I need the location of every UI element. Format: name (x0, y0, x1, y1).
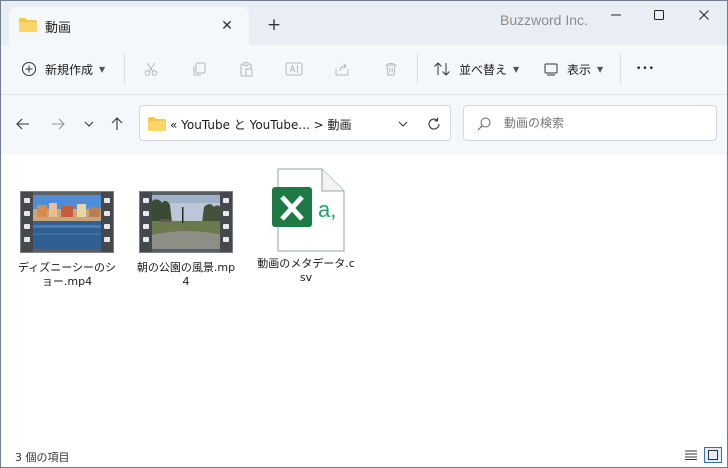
delete-icon (385, 63, 397, 76)
file-name: ディズニーシーのショー.mp4 (17, 261, 116, 288)
file-name: 動画のメタデータ.csv (257, 257, 355, 284)
title-bar: 動画 ✕ + Buzzword Inc. (1, 1, 727, 45)
close-window-button[interactable] (682, 5, 726, 31)
arrow-left-icon (16, 118, 29, 130)
new-tab-button[interactable]: + (263, 15, 285, 37)
video-thumbnail (139, 191, 233, 253)
file-item[interactable]: 朝の公園の風景.mp4 (134, 191, 238, 289)
toolbar-divider (124, 54, 125, 84)
recent-locations-button[interactable] (78, 113, 100, 135)
cut-icon (144, 62, 158, 76)
sort-icon (434, 62, 450, 76)
tab-title: 動画 (45, 21, 72, 36)
folder-icon (19, 18, 37, 32)
more-options-button[interactable]: ••• (636, 55, 655, 83)
chevron-down-icon (84, 121, 94, 127)
chevron-down-icon: ▼ (597, 64, 604, 74)
arrow-right-icon (52, 118, 65, 130)
command-bar: 新規作成 ▼ 並べ替え ▼ 表示 ▼ ••• (1, 45, 727, 95)
file-item[interactable]: ディズニーシーのショー.mp4 (15, 191, 119, 289)
paste-button[interactable] (234, 58, 258, 80)
excel-csv-icon: a, (272, 168, 345, 252)
search-icon (477, 117, 491, 131)
search-box (463, 105, 717, 141)
up-button[interactable] (106, 113, 128, 135)
share-icon (335, 63, 349, 76)
maximize-icon (654, 10, 664, 20)
file-explorer-window: 動画 ✕ + Buzzword Inc. 新規作成 ▼ 並べ替え ▼ 表示 ▼ … (0, 0, 728, 468)
file-item[interactable]: a, 動画のメタデータ.csv (254, 168, 358, 285)
address-history-button[interactable] (394, 115, 412, 133)
chevron-down-icon (398, 121, 408, 127)
address-bar[interactable]: « YouTube と YouTube... > 動画 (139, 105, 451, 141)
back-button[interactable] (12, 113, 34, 135)
new-button[interactable]: 新規作成 ▼ (21, 55, 105, 83)
minimize-icon (611, 14, 621, 16)
sort-button-label: 並べ替え (459, 62, 508, 77)
rename-button[interactable] (282, 58, 306, 80)
new-button-label: 新規作成 (45, 62, 94, 77)
chevron-down-icon: ▼ (513, 64, 520, 74)
item-count: 3 個の項目 (15, 451, 70, 464)
copy-icon (193, 62, 206, 76)
address-path[interactable]: « YouTube と YouTube... > 動画 (170, 116, 352, 133)
navigation-bar: « YouTube と YouTube... > 動画 (1, 95, 727, 155)
toolbar-divider (417, 54, 418, 84)
delete-button[interactable] (379, 58, 403, 80)
rename-icon (285, 62, 303, 76)
large-icons-view-icon (708, 450, 718, 460)
copy-button[interactable] (187, 58, 211, 80)
brand-watermark: Buzzword Inc. (500, 12, 588, 28)
details-view-icon (685, 450, 697, 460)
toolbar-divider (620, 54, 621, 84)
minimize-button[interactable] (594, 5, 638, 31)
cut-button[interactable] (139, 58, 163, 80)
svg-text:a,: a, (318, 197, 336, 222)
view-button-label: 表示 (567, 62, 592, 77)
close-icon (699, 10, 709, 20)
search-input[interactable] (504, 114, 704, 132)
details-view-button[interactable] (682, 447, 700, 463)
large-icons-view-button[interactable] (704, 447, 722, 463)
refresh-button[interactable] (424, 114, 444, 134)
tab-videos[interactable]: 動画 ✕ (9, 7, 249, 45)
forward-button[interactable] (47, 113, 69, 135)
sort-button[interactable]: 並べ替え ▼ (433, 55, 519, 83)
plus-circle-icon (22, 62, 36, 76)
park-scene-image (152, 195, 220, 249)
chevron-down-icon: ▼ (99, 64, 106, 74)
view-icon (544, 63, 558, 76)
paste-icon (240, 62, 253, 77)
folder-icon (148, 117, 166, 131)
close-tab-button[interactable]: ✕ (217, 16, 237, 36)
maximize-button[interactable] (637, 5, 681, 31)
share-button[interactable] (330, 58, 354, 80)
view-button[interactable]: 表示 ▼ (543, 55, 603, 83)
refresh-icon (428, 117, 440, 130)
file-list: ディズニーシーのショー.mp4 朝の公園の風景.mp4 a, 動画のメタデータ.… (1, 155, 727, 443)
video-thumbnail (20, 191, 114, 253)
status-bar: 3 個の項目 (1, 443, 727, 467)
file-name: 朝の公園の風景.mp4 (136, 261, 236, 288)
arrow-up-icon (111, 117, 123, 130)
harbor-scene-image (33, 195, 101, 249)
